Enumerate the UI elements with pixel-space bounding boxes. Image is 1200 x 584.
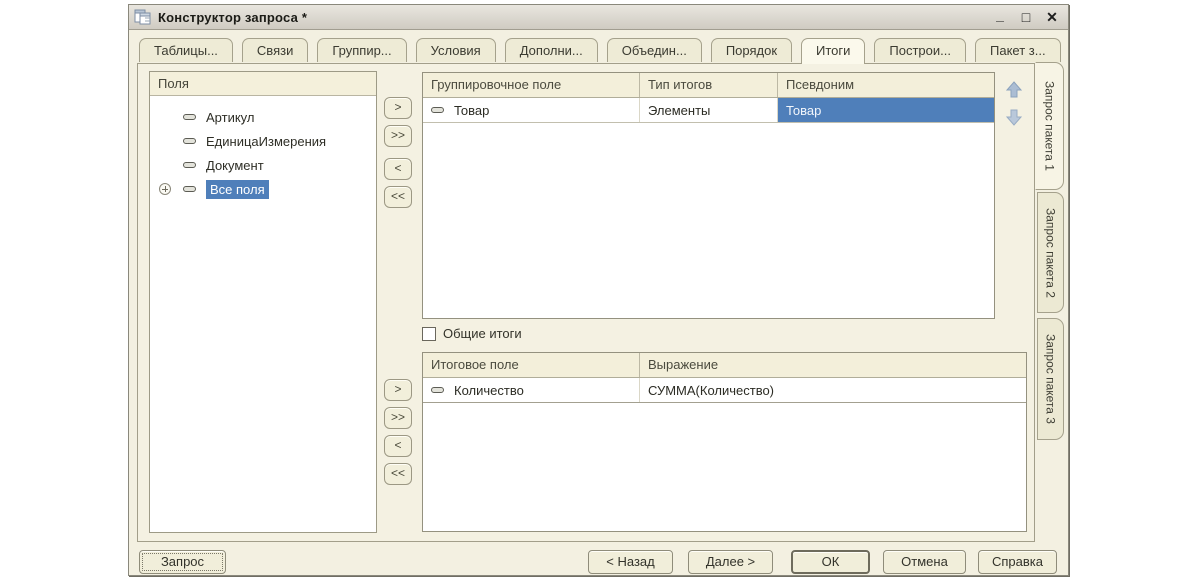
dialog-body: Таблицы... Связи Группир... Условия Допо…	[129, 31, 1068, 575]
package-tab-3[interactable]: Запрос пакета 3	[1037, 318, 1064, 440]
tree-item-artikul[interactable]: Артикул	[150, 105, 376, 129]
query-designer-icon	[134, 9, 151, 25]
tab-additional[interactable]: Дополни...	[504, 38, 598, 62]
tab-unions[interactable]: Объедин...	[606, 38, 702, 62]
expand-plus-icon[interactable]	[159, 183, 171, 195]
field-icon	[183, 186, 196, 192]
tree-item-label: ЕдиницаИзмерения	[206, 133, 327, 149]
general-totals-checkbox[interactable]	[422, 326, 436, 341]
ok-button[interactable]: ОК	[791, 550, 870, 574]
table-row[interactable]: Товар Элементы Товар	[423, 98, 994, 123]
tab-conditions[interactable]: Условия	[415, 38, 496, 62]
totals-add-button[interactable]: >	[384, 379, 412, 401]
tab-totals[interactable]: Итоги	[801, 38, 866, 64]
tree-item-label: Артикул	[206, 109, 255, 125]
totals-page-panel: Поля Артикул ЕдиницаИзмерения Документ В…	[137, 63, 1035, 542]
query-button[interactable]: Запрос	[139, 550, 226, 574]
total-field-value: Количество	[454, 382, 524, 398]
window-title: Конструктор запроса *	[158, 9, 308, 25]
tab-tables[interactable]: Таблицы...	[139, 38, 233, 62]
grouping-field-cell: Товар	[423, 98, 640, 122]
grouping-table: Группировочное поле Тип итогов Псевдоним…	[422, 72, 995, 319]
tab-batch[interactable]: Пакет з...	[975, 38, 1061, 62]
grouping-table-header: Группировочное поле Тип итогов Псевдоним	[423, 73, 994, 98]
tab-grouping[interactable]: Группир...	[317, 38, 407, 62]
tab-order[interactable]: Порядок	[710, 38, 793, 62]
total-type-cell[interactable]: Элементы	[640, 98, 778, 122]
grouping-field-value: Товар	[454, 102, 490, 118]
grouping-remove-button[interactable]: <	[384, 158, 412, 180]
next-button[interactable]: Далее >	[688, 550, 773, 574]
general-totals-row: Общие итоги	[422, 326, 522, 341]
field-icon	[183, 114, 196, 120]
tree-item-edinica[interactable]: ЕдиницаИзмерения	[150, 129, 376, 153]
general-totals-label: Общие итоги	[443, 326, 522, 341]
help-button[interactable]: Справка	[978, 550, 1057, 574]
total-field-cell: Количество	[423, 378, 640, 402]
field-icon	[183, 138, 196, 144]
totals-remove-all-button[interactable]: <<	[384, 463, 412, 485]
grouping-add-all-button[interactable]: >>	[384, 125, 412, 147]
totals-remove-button[interactable]: <	[384, 435, 412, 457]
titlebar: Конструктор запроса * _ □ ✕	[129, 5, 1068, 30]
query-designer-window: Конструктор запроса * _ □ ✕ Таблицы... С…	[128, 4, 1069, 576]
field-icon	[431, 387, 444, 393]
totals-add-all-button[interactable]: >>	[384, 407, 412, 429]
field-icon	[183, 162, 196, 168]
tree-item-label: Документ	[206, 157, 264, 173]
col-alias: Псевдоним	[786, 77, 855, 92]
field-icon	[431, 107, 444, 113]
maximize-icon[interactable]: □	[1018, 9, 1034, 25]
move-down-icon[interactable]	[1004, 107, 1024, 127]
tabstrip: Таблицы... Связи Группир... Условия Допо…	[139, 38, 1061, 64]
close-icon[interactable]: ✕	[1044, 9, 1060, 25]
tree-item-label-selected: Все поля	[206, 179, 269, 199]
table-row[interactable]: Количество СУММА(Количество)	[423, 378, 1026, 403]
alias-cell-selected[interactable]: Товар	[778, 98, 994, 122]
col-grouping-field: Группировочное поле	[423, 73, 640, 97]
fields-tree: Артикул ЕдиницаИзмерения Документ Все по…	[150, 96, 376, 201]
grouping-remove-all-button[interactable]: <<	[384, 186, 412, 208]
fields-panel: Поля Артикул ЕдиницаИзмерения Документ В…	[149, 71, 377, 533]
tab-links[interactable]: Связи	[241, 38, 309, 62]
back-button[interactable]: < Назад	[588, 550, 673, 574]
fields-panel-title: Поля	[150, 72, 376, 96]
tab-builder[interactable]: Построи...	[874, 38, 966, 62]
tree-item-dokument[interactable]: Документ	[150, 153, 376, 177]
col-total-field: Итоговое поле	[423, 353, 640, 377]
minimize-icon[interactable]: _	[992, 7, 1008, 23]
package-tab-1[interactable]: Запрос пакета 1	[1035, 62, 1064, 190]
expression-cell[interactable]: СУММА(Количество)	[640, 378, 1026, 402]
package-tab-2[interactable]: Запрос пакета 2	[1037, 192, 1064, 313]
totals-table: Итоговое поле Выражение Количество СУММА…	[422, 352, 1027, 532]
cancel-button[interactable]: Отмена	[883, 550, 966, 574]
move-up-icon[interactable]	[1004, 80, 1024, 100]
col-expression: Выражение	[648, 357, 719, 372]
col-total-type: Тип итогов	[640, 73, 778, 97]
grouping-add-button[interactable]: >	[384, 97, 412, 119]
tree-item-vse-polya[interactable]: Все поля	[150, 177, 376, 201]
totals-table-header: Итоговое поле Выражение	[423, 353, 1026, 378]
